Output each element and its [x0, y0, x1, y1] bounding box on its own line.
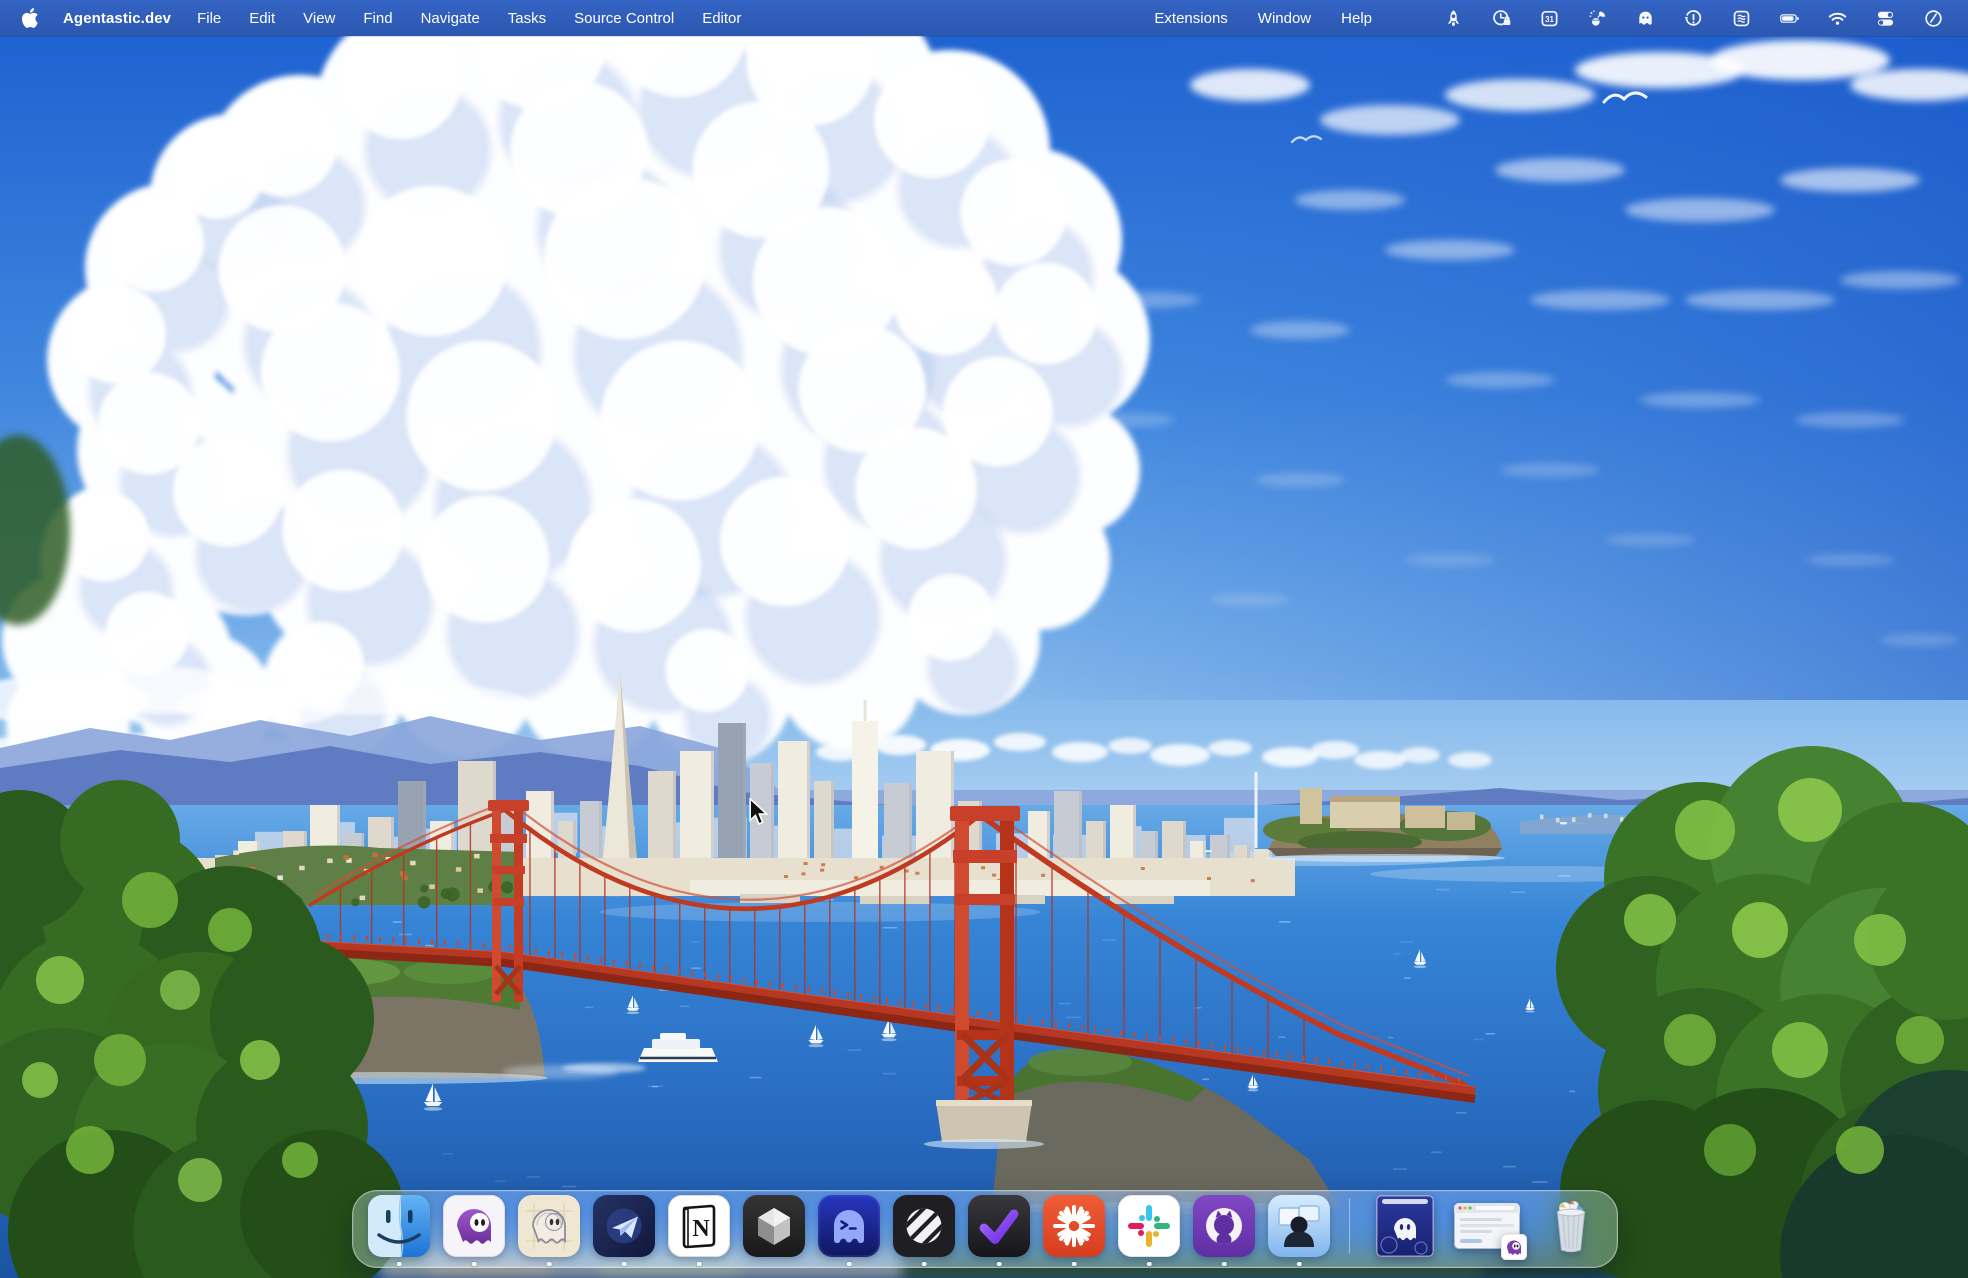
dock-item-slack-icon[interactable]	[1118, 1195, 1180, 1257]
menu-item-editor[interactable]: Editor	[688, 10, 755, 27]
running-indicator-dot	[997, 1262, 1002, 1267]
running-indicator-dot	[547, 1262, 552, 1267]
dock: N	[352, 1190, 1618, 1268]
time-machine-alert-icon[interactable]	[1683, 8, 1704, 29]
menu-item-tasks[interactable]: Tasks	[494, 10, 560, 27]
dock-item-cube-3d-icon[interactable]	[743, 1195, 805, 1257]
clock-lock-icon[interactable]	[1491, 8, 1512, 29]
menu-item-source-control[interactable]: Source Control	[560, 10, 688, 27]
menu-item-window[interactable]: Window	[1243, 10, 1326, 27]
menu-bar: Agentastic.dev FileEditViewFindNavigateT…	[0, 0, 1968, 36]
menu-item-edit[interactable]: Edit	[235, 10, 289, 27]
running-indicator-dot	[1147, 1262, 1152, 1267]
apple-menu[interactable]	[18, 8, 51, 28]
desktop: Agentastic.dev FileEditViewFindNavigateT…	[0, 0, 1968, 1278]
trash-full-icon[interactable]	[1540, 1195, 1602, 1257]
menu-item-file[interactable]: File	[183, 10, 235, 27]
svg-text:31: 31	[1545, 15, 1554, 24]
menu-item-find[interactable]: Find	[349, 10, 406, 27]
control-center-icon[interactable]	[1875, 8, 1896, 29]
running-indicator-dot	[622, 1262, 627, 1267]
dock-item-notion-icon[interactable]: N	[668, 1195, 730, 1257]
dock-item-paper-plane-icon[interactable]	[593, 1195, 655, 1257]
dock-item-finder-icon[interactable]	[368, 1195, 430, 1257]
apple-logo-icon	[22, 8, 39, 28]
running-indicator-dot	[1222, 1262, 1227, 1267]
dock-divider	[1349, 1198, 1351, 1254]
running-indicator-dot	[397, 1262, 402, 1267]
dock-item-ghostty-icon[interactable]	[818, 1195, 880, 1257]
dock-item-linear-icon[interactable]	[893, 1195, 955, 1257]
minimized-browser-window[interactable]	[1454, 1203, 1520, 1249]
minimized-poster-window[interactable]	[1376, 1195, 1434, 1257]
active-app-name[interactable]: Agentastic.dev	[51, 10, 183, 27]
running-indicator-dot	[922, 1262, 927, 1267]
dock-item-starburst-icon[interactable]	[1043, 1195, 1105, 1257]
dock-item-screen-sharing-icon[interactable]	[1268, 1195, 1330, 1257]
clock-icon[interactable]	[1923, 8, 1944, 29]
wifi-icon[interactable]	[1827, 8, 1848, 29]
battery-icon[interactable]	[1779, 8, 1800, 29]
running-indicator-dot	[1297, 1262, 1302, 1267]
dock-item-checkmark-icon[interactable]	[968, 1195, 1030, 1257]
svg-text:N: N	[692, 1216, 710, 1242]
running-indicator-dot	[1072, 1262, 1077, 1267]
dock-item-github-icon[interactable]	[1193, 1195, 1255, 1257]
menu-item-help[interactable]: Help	[1326, 10, 1387, 27]
calendar-icon[interactable]: 31	[1539, 8, 1560, 29]
rocket-icon[interactable]	[1443, 8, 1464, 29]
ghost-icon[interactable]	[1635, 8, 1656, 29]
menu-item-extensions[interactable]: Extensions	[1139, 10, 1242, 27]
running-indicator-dot	[472, 1262, 477, 1267]
lines-panel-icon[interactable]	[1731, 8, 1752, 29]
wallpaper-image	[0, 0, 1968, 1278]
menu-item-navigate[interactable]: Navigate	[407, 10, 494, 27]
menu-item-view[interactable]: View	[289, 10, 349, 27]
ghost-purple-badge-icon	[1501, 1234, 1527, 1260]
running-indicator-dot	[697, 1262, 702, 1267]
dock-item-ghost-sketch-icon[interactable]	[518, 1195, 580, 1257]
running-indicator-dot	[847, 1262, 852, 1267]
dock-item-ghost-purple-icon[interactable]	[443, 1195, 505, 1257]
acorn-leaf-icon[interactable]	[1587, 8, 1608, 29]
